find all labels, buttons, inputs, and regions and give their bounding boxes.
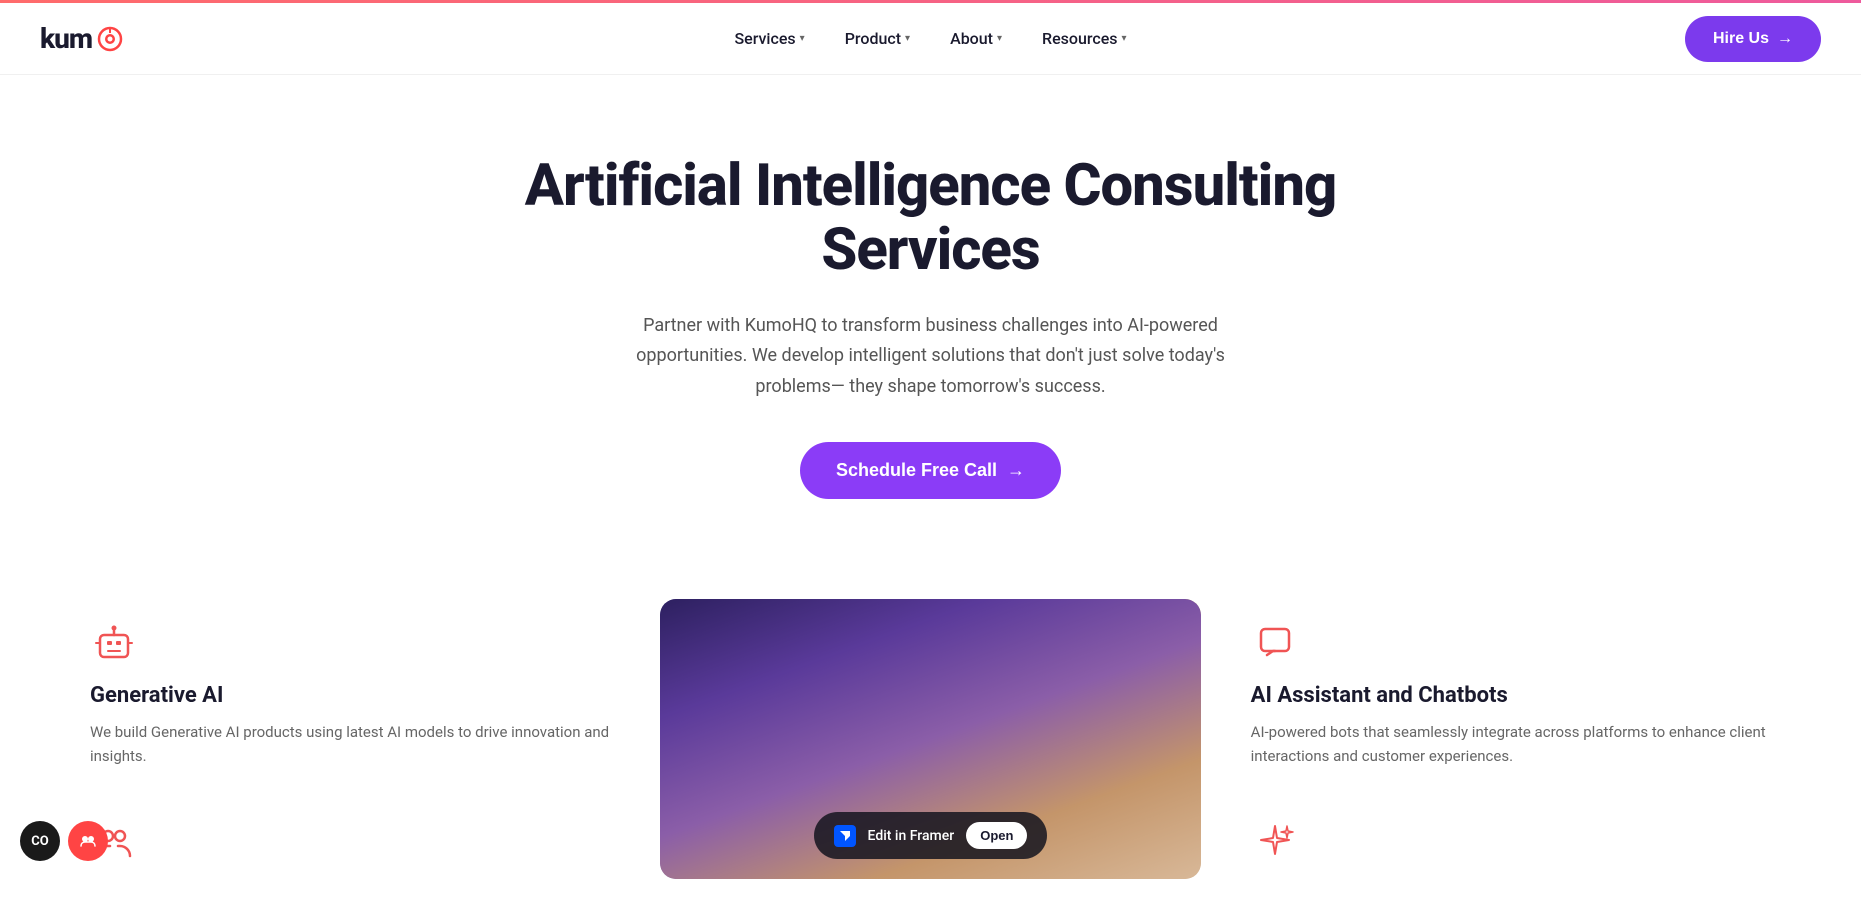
left-features: Generative AI We build Generative AI pro…: [60, 599, 640, 882]
nav-item-resources[interactable]: Resources ▾: [1026, 21, 1143, 56]
generative-ai-title: Generative AI: [90, 683, 610, 708]
feature-card-sparkle: [1221, 788, 1801, 866]
hero-title: Artificial Intelligence Consulting Servi…: [521, 155, 1341, 283]
center-hero-image: Edit in Framer Open: [660, 599, 1200, 879]
logo-text: kum: [40, 22, 92, 55]
chatbots-title: AI Assistant and Chatbots: [1251, 683, 1771, 708]
chevron-down-icon: ▾: [1122, 33, 1127, 44]
chevron-down-icon: ▾: [800, 33, 805, 44]
framer-bar: Edit in Framer Open: [814, 812, 1048, 859]
navbar: kum Services ▾ Product ▾ About ▾ Resourc…: [0, 3, 1861, 75]
arrow-icon: →: [1007, 460, 1025, 481]
sparkle-icon: [1251, 818, 1299, 866]
hero-subtitle: Partner with KumoHQ to transform busines…: [621, 311, 1241, 403]
generative-ai-desc: We build Generative AI products using la…: [90, 720, 610, 768]
robot-icon: [90, 619, 138, 667]
chatbots-desc: AI-powered bots that seamlessly integrat…: [1251, 720, 1771, 768]
nav-item-services[interactable]: Services ▾: [718, 21, 820, 56]
framer-edit-label: Edit in Framer: [868, 828, 955, 844]
chat-bubble-button[interactable]: [68, 821, 108, 861]
right-features: AI Assistant and Chatbots AI-powered bot…: [1221, 599, 1801, 882]
framer-open-button[interactable]: Open: [966, 822, 1027, 849]
hero-section: Artificial Intelligence Consulting Servi…: [481, 75, 1381, 559]
hire-us-button[interactable]: Hire Us →: [1685, 16, 1821, 62]
chevron-down-icon: ▾: [997, 33, 1002, 44]
nav-item-about[interactable]: About ▾: [934, 21, 1018, 56]
nav-item-product[interactable]: Product ▾: [829, 21, 926, 56]
arrow-icon: →: [1777, 30, 1793, 48]
logo-icon: [96, 25, 124, 53]
feature-card-people: [60, 788, 640, 866]
chat-icon: [1251, 619, 1299, 667]
features-section: Generative AI We build Generative AI pro…: [0, 559, 1861, 922]
bottom-chat-widget: CO: [20, 821, 108, 861]
nav-links: Services ▾ Product ▾ About ▾ Resources ▾: [718, 21, 1142, 56]
feature-card-chatbots: AI Assistant and Chatbots AI-powered bot…: [1221, 599, 1801, 788]
cookie-button[interactable]: CO: [20, 821, 60, 861]
feature-card-generative-ai: Generative AI We build Generative AI pro…: [60, 599, 640, 788]
logo[interactable]: kum: [40, 22, 124, 55]
framer-logo-icon: [834, 825, 856, 847]
schedule-free-call-button[interactable]: Schedule Free Call →: [800, 442, 1061, 499]
chevron-down-icon: ▾: [905, 33, 910, 44]
center-image-container: Edit in Framer Open: [640, 599, 1220, 879]
